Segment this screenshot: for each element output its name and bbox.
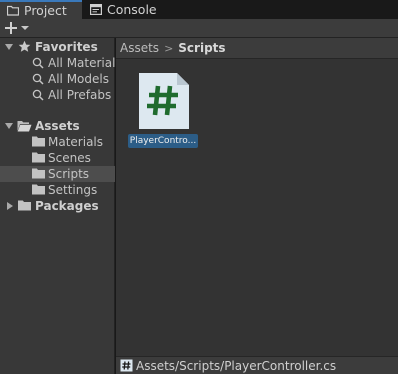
search-icon	[32, 89, 44, 101]
tree-item-label: Scenes	[48, 151, 91, 165]
tree-item-scripts[interactable]: Scripts	[0, 166, 115, 182]
asset-item-player-controller[interactable]: PlayerContro...	[128, 72, 200, 152]
breadcrumb-separator: >	[164, 41, 174, 55]
selected-asset-path-bar: Assets/Scripts/PlayerController.cs	[116, 356, 398, 374]
tree-item-packages[interactable]: Packages	[0, 198, 115, 214]
console-icon	[90, 4, 102, 15]
window-tab-bar: Project Console	[0, 0, 398, 19]
asset-browser: Assets > Scripts PlayerContro... Assets/…	[116, 38, 398, 374]
folder-icon	[32, 152, 45, 163]
tree-item-all-materials[interactable]: All Materials	[0, 55, 115, 71]
tree-item-settings[interactable]: Settings	[0, 182, 115, 198]
project-folder-tree: Favorites All Materials All Models All P…	[0, 38, 115, 374]
folder-icon	[32, 136, 45, 147]
tree-item-all-models[interactable]: All Models	[0, 71, 115, 87]
tree-item-label: All Models	[48, 72, 109, 86]
tab-project-label: Project	[24, 3, 67, 18]
star-icon	[18, 40, 31, 52]
tree-item-label: Favorites	[35, 40, 98, 54]
tree-item-label: Materials	[48, 135, 104, 149]
tree-item-label: Scripts	[48, 167, 90, 181]
caret-down-icon	[21, 26, 29, 30]
tree-item-materials[interactable]: Materials	[0, 134, 115, 150]
breadcrumb: Assets > Scripts	[116, 38, 398, 59]
search-icon	[32, 73, 44, 85]
search-icon	[32, 57, 44, 69]
tree-item-label: All Materials	[48, 56, 115, 70]
tree-item-all-prefabs[interactable]: All Prefabs	[0, 87, 115, 103]
tree-item-assets[interactable]: Assets	[0, 118, 115, 134]
folder-icon	[32, 184, 45, 195]
tree-item-label: Packages	[35, 199, 99, 213]
tree-item-label: Assets	[35, 119, 80, 133]
asset-item-label: PlayerContro...	[128, 134, 198, 148]
foldout-collapsed-icon[interactable]	[7, 202, 13, 210]
folder-icon	[18, 200, 31, 211]
folder-icon	[32, 168, 45, 179]
tree-item-label: Settings	[48, 183, 98, 197]
breadcrumb-scripts[interactable]: Scripts	[178, 41, 225, 55]
tree-item-scenes[interactable]: Scenes	[0, 150, 115, 166]
tab-console[interactable]: Console	[84, 0, 162, 19]
folder-icon	[7, 5, 19, 16]
csharp-script-icon	[139, 73, 189, 129]
create-asset-button[interactable]	[4, 20, 34, 36]
csharp-script-icon	[120, 359, 133, 372]
tab-console-label: Console	[107, 2, 157, 17]
foldout-expanded-icon[interactable]	[5, 44, 13, 50]
foldout-expanded-icon[interactable]	[5, 123, 13, 129]
folder-open-icon	[17, 121, 32, 132]
tree-item-label: All Prefabs	[48, 88, 112, 102]
project-toolbar	[0, 19, 398, 38]
tab-project[interactable]: Project	[0, 0, 82, 19]
plus-icon	[5, 22, 17, 34]
selected-asset-path: Assets/Scripts/PlayerController.cs	[136, 358, 337, 373]
tree-item-favorites[interactable]: Favorites	[0, 39, 115, 55]
breadcrumb-assets[interactable]: Assets	[120, 41, 159, 55]
